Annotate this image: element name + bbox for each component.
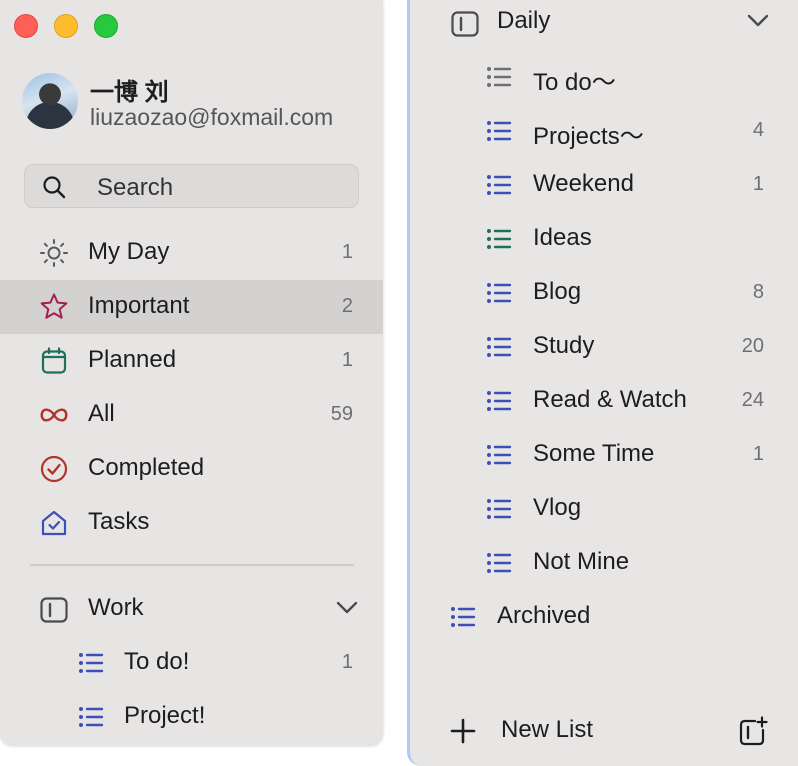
user-email[interactable]: liuzaozao@foxmail.com <box>90 104 333 131</box>
list-icon <box>486 498 512 525</box>
list-label: Vlog <box>533 494 582 521</box>
list-icon <box>486 174 512 201</box>
list-icon <box>486 336 512 363</box>
list-label: Study <box>533 332 595 359</box>
chevron-down-icon[interactable] <box>746 13 770 34</box>
nav-planned[interactable]: Planned 1 <box>0 334 383 388</box>
nav-label: Planned <box>88 346 177 373</box>
list-item[interactable]: Weekend 1 <box>410 158 798 212</box>
list-item[interactable]: To do～ <box>410 50 798 104</box>
search-icon <box>43 176 66 199</box>
group-daily[interactable]: Daily <box>410 0 798 46</box>
new-list-button[interactable]: New List <box>410 706 798 758</box>
nav-my-day[interactable]: My Day 1 <box>0 226 383 280</box>
chevron-down-icon[interactable] <box>335 600 359 621</box>
list-item-project[interactable]: Project! <box>0 690 383 744</box>
nav-count: 59 <box>330 403 353 425</box>
plus-icon <box>450 718 476 749</box>
nav-label: My Day <box>88 238 170 265</box>
nav-label: Completed <box>88 454 205 481</box>
group-label: Daily <box>497 7 551 34</box>
list-icon <box>486 282 512 309</box>
divider <box>30 564 354 566</box>
list-icon <box>486 228 512 255</box>
search-input[interactable]: Search <box>24 164 359 208</box>
list-label: Project! <box>124 702 206 729</box>
list-label: To do～ <box>533 69 616 96</box>
nav-all[interactable]: All 59 <box>0 388 383 442</box>
list-icon <box>78 706 104 733</box>
list-item[interactable]: Blog 8 <box>410 266 798 320</box>
zoom-window-button[interactable] <box>94 14 118 38</box>
list-label: Not Mine <box>533 548 630 575</box>
group-work[interactable]: Work <box>0 582 383 636</box>
list-icon <box>486 390 512 417</box>
star-icon <box>38 293 70 321</box>
list-count: 1 <box>341 651 353 673</box>
nav-label: Tasks <box>88 508 150 535</box>
nav-completed[interactable]: Completed <box>0 442 383 496</box>
nav-count: 1 <box>341 241 353 263</box>
nav-count: 1 <box>341 349 353 371</box>
list-icon <box>486 66 512 93</box>
list-item[interactable]: Not Mine <box>410 536 798 590</box>
list-item[interactable]: Projects～ 4 <box>410 104 798 158</box>
user-name[interactable]: 一博 刘 <box>90 72 169 107</box>
list-item[interactable]: Some Time 1 <box>410 428 798 482</box>
list-item[interactable]: Read & Watch 24 <box>410 374 798 428</box>
group-icon <box>40 597 68 628</box>
list-count: 1 <box>752 173 764 195</box>
list-icon <box>486 120 512 147</box>
list-label: Weekend <box>533 170 634 197</box>
group-icon <box>451 11 479 42</box>
close-window-button[interactable] <box>14 14 38 38</box>
list-icon <box>486 552 512 579</box>
group-label: Work <box>88 594 144 621</box>
nav-label: All <box>88 400 115 427</box>
new-group-icon[interactable] <box>738 716 768 751</box>
new-list-label: New List <box>501 716 594 743</box>
list-count: 20 <box>741 335 764 357</box>
list-count: 8 <box>752 281 764 303</box>
home-icon <box>38 509 70 537</box>
list-item[interactable]: Ideas <box>410 212 798 266</box>
nav-count: 2 <box>341 295 353 317</box>
infinity-icon <box>38 401 70 429</box>
list-item-to-do[interactable]: To do! 1 <box>0 636 383 690</box>
list-icon <box>78 652 104 679</box>
list-count: 4 <box>752 119 764 141</box>
search-placeholder: Search <box>97 174 174 201</box>
list-count: 1 <box>752 443 764 465</box>
avatar[interactable] <box>22 73 78 129</box>
list-label: Projects～ <box>533 123 644 150</box>
list-label: Blog <box>533 278 582 305</box>
list-label: Ideas <box>533 224 592 251</box>
calendar-icon <box>38 347 70 375</box>
nav-important[interactable]: Important 2 <box>0 280 383 334</box>
list-icon <box>450 606 476 633</box>
list-count: 24 <box>741 389 764 411</box>
archived-item[interactable]: Archived <box>410 590 798 644</box>
nav-tasks[interactable]: Tasks <box>0 496 383 550</box>
archived-label: Archived <box>497 602 591 629</box>
nav-label: Important <box>88 292 190 319</box>
check-circle-icon <box>38 455 70 483</box>
list-label: To do! <box>124 648 190 675</box>
list-icon <box>486 444 512 471</box>
list-item[interactable]: Vlog <box>410 482 798 536</box>
list-item[interactable]: Study 20 <box>410 320 798 374</box>
list-label: Read & Watch <box>533 386 687 413</box>
sidebar-right: Daily To do～ Projects～ 4 Weekend 1 Ideas Blog 8… <box>407 0 798 766</box>
list-label: Some Time <box>533 440 655 467</box>
sidebar-left: 一博 刘 liuzaozao@foxmail.com Search My Day… <box>0 0 383 745</box>
sun-icon <box>38 239 70 267</box>
minimize-window-button[interactable] <box>54 14 78 38</box>
